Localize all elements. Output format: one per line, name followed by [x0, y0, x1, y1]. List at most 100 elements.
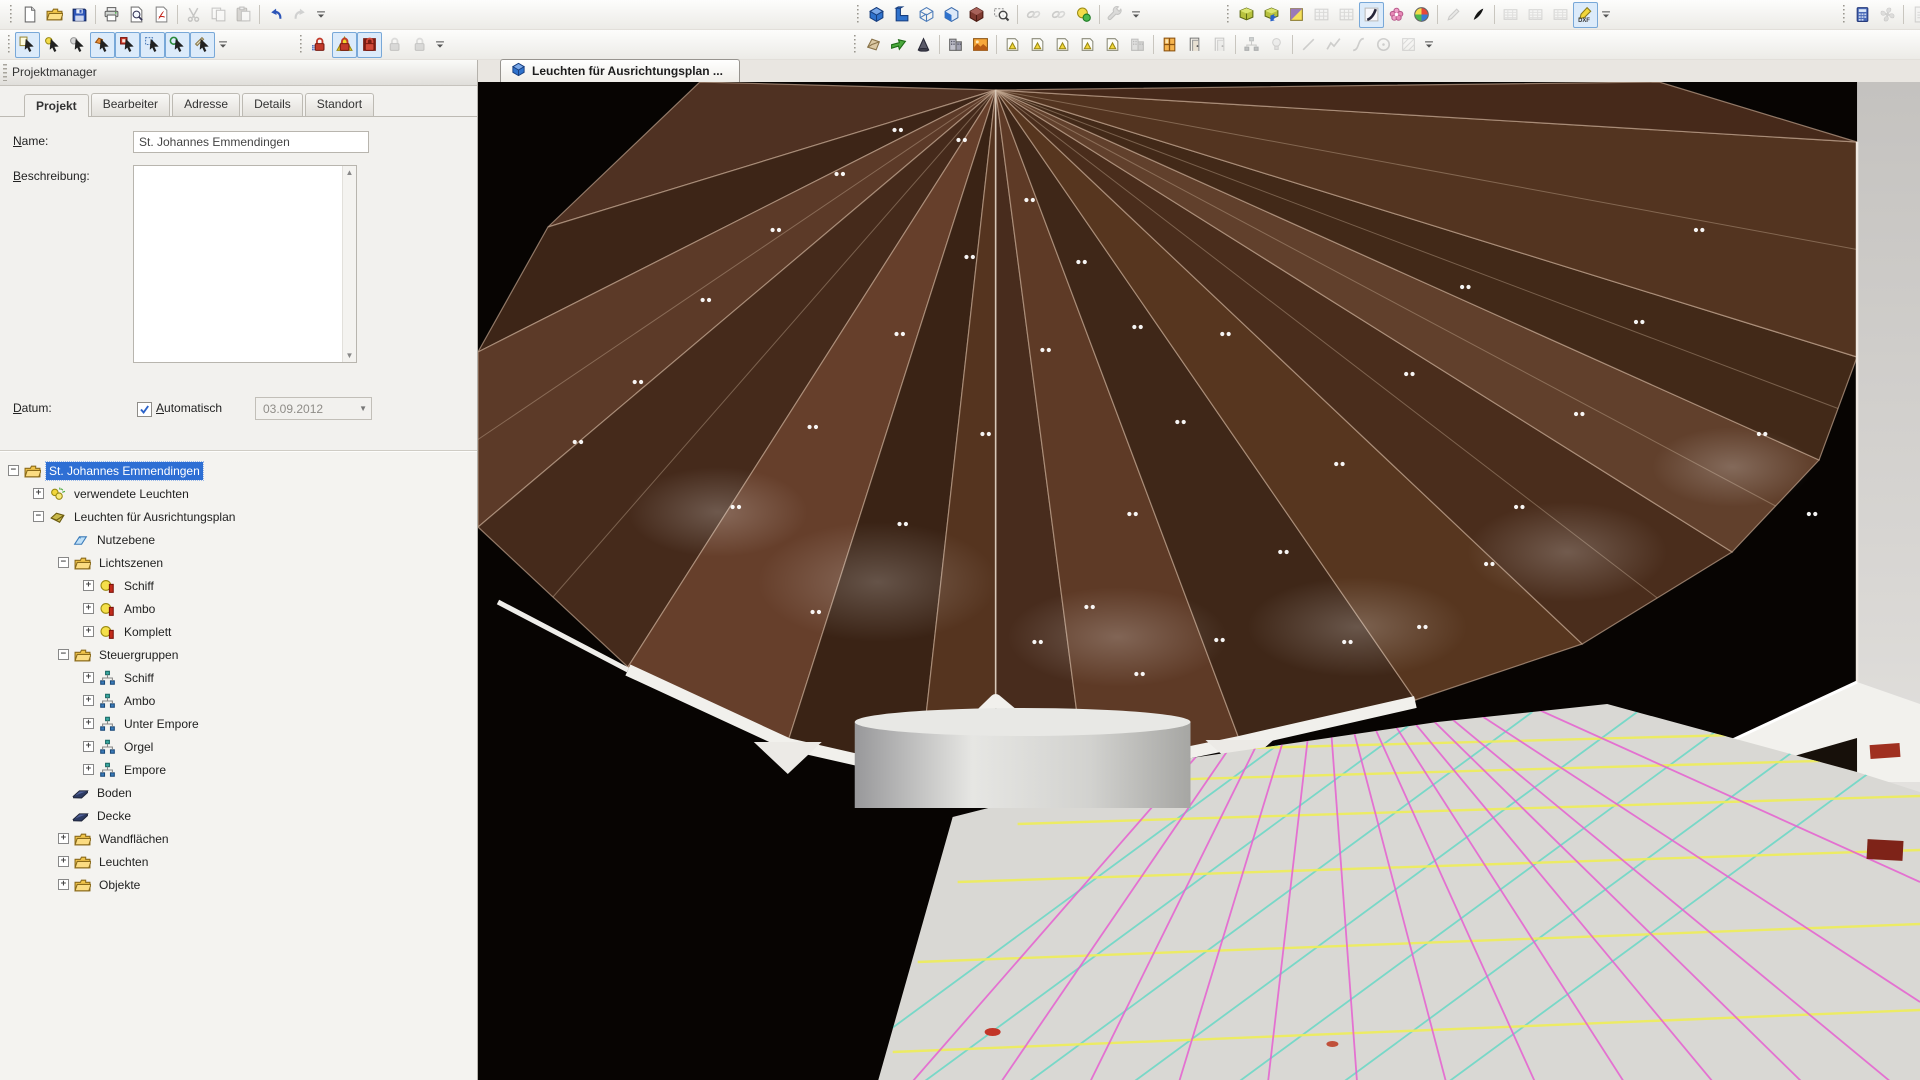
tree-item-leuchten[interactable]: +Leuchten [0, 850, 477, 873]
tree-item-ambo[interactable]: +Ambo [0, 597, 477, 620]
insert-wall-surface-button[interactable] [1050, 32, 1075, 58]
insert-opening-button[interactable] [1207, 32, 1232, 58]
tree-item-orgel[interactable]: +Orgel [0, 735, 477, 758]
new-file-button[interactable] [17, 2, 42, 28]
falsecolor-curve-button[interactable] [1359, 2, 1384, 28]
tree-item-nutzebene[interactable]: Nutzebene [0, 528, 477, 551]
expand-icon[interactable]: + [83, 741, 94, 752]
expand-icon[interactable]: + [83, 626, 94, 637]
insert-room-button[interactable] [1125, 32, 1150, 58]
calculation-status-button[interactable] [1071, 2, 1096, 28]
scroll-up-icon[interactable]: ▲ [343, 168, 356, 177]
tree-item-objekte[interactable]: +Objekte [0, 873, 477, 896]
toolbar-overflow-button[interactable] [432, 32, 448, 58]
scroll-down-icon[interactable]: ▼ [343, 351, 356, 360]
toolbar-overflow-button[interactable] [313, 2, 329, 28]
paste-button[interactable] [231, 2, 256, 28]
panel-caption-bar[interactable]: Projektmanager [0, 60, 477, 86]
insert-surface-button[interactable] [1000, 32, 1025, 58]
draw-curve-tool[interactable] [1346, 32, 1371, 58]
tab-bearbeiter[interactable]: Bearbeiter [91, 93, 170, 116]
collapse-icon[interactable]: − [33, 511, 44, 522]
expand-icon[interactable]: + [83, 695, 94, 706]
export-box-button[interactable] [1234, 2, 1259, 28]
tree-item-decke[interactable]: Decke [0, 804, 477, 827]
ventilation-button[interactable] [1875, 2, 1900, 28]
tab-projekt[interactable]: Projekt [24, 94, 89, 117]
tree-item-komplett[interactable]: +Komplett [0, 620, 477, 643]
document-tab-active[interactable]: Leuchten für Ausrichtungsplan ... [500, 59, 740, 83]
summary-output-button[interactable] [1523, 2, 1548, 28]
draw-polyline-tool[interactable] [1321, 32, 1346, 58]
tree-item-schiff[interactable]: +Schiff [0, 574, 477, 597]
unlink-views-button[interactable] [1046, 2, 1071, 28]
calculator-button[interactable] [1850, 2, 1875, 28]
insert-window-button[interactable] [1157, 32, 1182, 58]
raster2-button[interactable] [1334, 2, 1359, 28]
insert-building-button[interactable] [943, 32, 968, 58]
expand-icon[interactable]: + [83, 764, 94, 775]
tree-item-verwendete-leuchten[interactable]: +verwendete Leuchten [0, 482, 477, 505]
toolbar-overflow-button[interactable] [1421, 32, 1437, 58]
redo-button[interactable] [288, 2, 313, 28]
insert-cutout-button[interactable] [1100, 32, 1125, 58]
select-luminaire-tool[interactable] [40, 32, 65, 58]
automatic-date-checkbox[interactable] [137, 402, 152, 417]
freehand-note-button[interactable] [1466, 2, 1491, 28]
panel-grip[interactable] [3, 64, 7, 81]
tree-item-ambo[interactable]: +Ambo [0, 689, 477, 712]
collapse-icon[interactable]: − [58, 557, 69, 568]
insert-floor-surface-button[interactable] [1075, 32, 1100, 58]
expand-icon[interactable]: + [83, 580, 94, 591]
link-views-button[interactable] [1021, 2, 1046, 28]
cut-button[interactable] [181, 2, 206, 28]
viewport-3d[interactable] [478, 82, 1920, 1080]
toolbar-grip-icon[interactable] [298, 35, 305, 55]
draw-hatch-tool[interactable] [1396, 32, 1421, 58]
select-measure-tool[interactable] [190, 32, 215, 58]
collapse-icon[interactable]: − [58, 649, 69, 660]
tab-standort[interactable]: Standort [305, 93, 374, 116]
view-rendered-button[interactable] [964, 2, 989, 28]
select-furniture-tool[interactable] [90, 32, 115, 58]
annotate-button[interactable] [1441, 2, 1466, 28]
toolbar-overflow-button[interactable] [215, 32, 231, 58]
lock-luminaires-button[interactable] [382, 32, 407, 58]
raster-button[interactable] [1309, 2, 1334, 28]
tab-adresse[interactable]: Adresse [172, 93, 240, 116]
material-box-button[interactable] [1284, 2, 1309, 28]
render-colors-button[interactable] [1409, 2, 1434, 28]
date-dropdown[interactable]: 03.09.2012 ▼ [255, 397, 372, 420]
tree-item-boden[interactable]: Boden [0, 781, 477, 804]
insert-luminaire-button[interactable] [1264, 32, 1289, 58]
view-l-shape-button[interactable] [889, 2, 914, 28]
select-inactive-luminaire-tool[interactable] [65, 32, 90, 58]
draw-circle-tool[interactable] [1371, 32, 1396, 58]
view-wireframe-button[interactable] [914, 2, 939, 28]
lock-all-button[interactable] [407, 32, 432, 58]
view-hidden-line-button[interactable] [939, 2, 964, 28]
options-button[interactable] [1103, 2, 1128, 28]
tree-item-unter-empore[interactable]: +Unter Empore [0, 712, 477, 735]
report-button[interactable] [1907, 2, 1920, 28]
expand-icon[interactable]: + [58, 833, 69, 844]
insert-arrow-button[interactable] [886, 32, 911, 58]
tree-item-lichtszenen[interactable]: −Lichtszenen [0, 551, 477, 574]
insert-cone-button[interactable] [911, 32, 936, 58]
toolbar-grip-icon[interactable] [852, 35, 859, 55]
tree-item-leuchten-für-ausrichtungsplan[interactable]: −Leuchten für Ausrichtungsplan [0, 505, 477, 528]
insert-door-button[interactable] [1182, 32, 1207, 58]
name-input[interactable] [133, 131, 369, 153]
tab-details[interactable]: Details [242, 93, 303, 116]
expand-icon[interactable]: + [83, 718, 94, 729]
toolbar-grip-icon[interactable] [855, 5, 862, 25]
insert-ceiling-surface-button[interactable] [1025, 32, 1050, 58]
toolbar-grip-icon[interactable] [8, 5, 15, 25]
lock-surfaces-button[interactable] [357, 32, 382, 58]
expand-icon[interactable]: + [83, 603, 94, 614]
view-3d-button[interactable] [864, 2, 889, 28]
print-button[interactable] [99, 2, 124, 28]
draw-line-tool[interactable] [1296, 32, 1321, 58]
lock-drawing-button[interactable] [307, 32, 332, 58]
select-surface-tool[interactable] [115, 32, 140, 58]
